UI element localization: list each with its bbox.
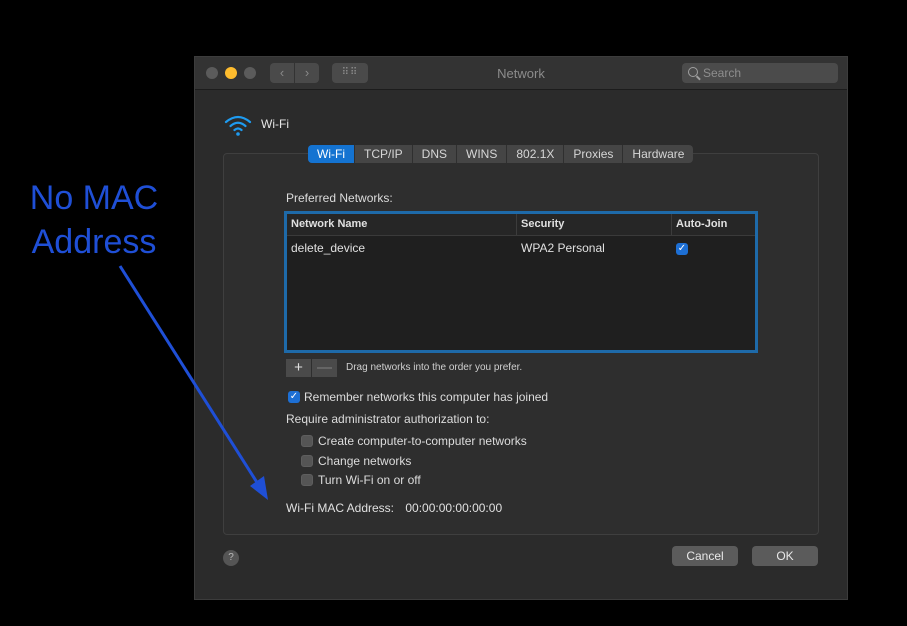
remember-networks-label[interactable]: Remember networks this computer has join… xyxy=(304,390,548,404)
column-divider xyxy=(516,214,517,235)
search-placeholder: Search xyxy=(703,66,742,80)
create-networks-checkbox[interactable] xyxy=(301,435,313,447)
add-network-button[interactable]: + xyxy=(286,359,311,377)
tab-tcpip[interactable]: TCP/IP xyxy=(353,145,412,163)
drag-hint-text: Drag networks into the order you prefer. xyxy=(346,362,523,373)
column-security[interactable]: Security xyxy=(521,218,564,230)
tab-bar: Wi-Fi TCP/IP DNS WINS 802.1X Proxies Har… xyxy=(308,145,694,163)
tab-wifi[interactable]: Wi-Fi xyxy=(308,145,354,163)
security-cell: WPA2 Personal xyxy=(521,241,605,255)
network-name-cell: delete_device xyxy=(291,241,366,255)
auto-join-checkbox[interactable]: ✓ xyxy=(676,243,688,255)
annotation-line-1: No MAC xyxy=(29,179,159,217)
tab-wins[interactable]: WINS xyxy=(456,145,506,163)
tab-hardware[interactable]: Hardware xyxy=(622,145,693,163)
wifi-icon xyxy=(224,115,252,136)
title-bar: ‹ › ⠿⠿ Network Search xyxy=(195,57,847,90)
change-networks-checkbox[interactable] xyxy=(301,455,313,467)
tab-proxies[interactable]: Proxies xyxy=(563,145,622,163)
create-networks-label[interactable]: Create computer-to-computer networks xyxy=(318,434,527,448)
remove-network-button[interactable]: — xyxy=(312,359,337,377)
mac-address-value: 00:00:00:00:00:00 xyxy=(405,501,503,515)
annotation-line-2: Address xyxy=(31,223,157,261)
annotation-text: No MAC Address xyxy=(14,176,174,264)
add-remove-controls: + — xyxy=(286,359,338,377)
mac-address-row: Wi-Fi MAC Address: 00:00:00:00:00:00 xyxy=(286,501,502,515)
change-networks-label[interactable]: Change networks xyxy=(318,454,411,468)
column-divider xyxy=(671,214,672,235)
tab-dns[interactable]: DNS xyxy=(411,145,456,163)
turn-wifi-checkbox[interactable] xyxy=(301,474,313,486)
mac-address-label: Wi-Fi MAC Address: xyxy=(286,501,395,515)
cancel-button[interactable]: Cancel xyxy=(672,546,738,566)
preferred-networks-label: Preferred Networks: xyxy=(286,191,393,205)
column-auto-join[interactable]: Auto-Join xyxy=(676,218,727,230)
preferred-networks-table[interactable]: Network Name Security Auto-Join delete_d… xyxy=(284,211,758,353)
column-network-name[interactable]: Network Name xyxy=(291,218,367,230)
help-button[interactable]: ? xyxy=(223,550,239,566)
search-icon xyxy=(688,67,698,77)
remember-networks-checkbox[interactable]: ✓ xyxy=(288,391,300,403)
tab-8021x[interactable]: 802.1X xyxy=(506,145,563,163)
turn-wifi-label[interactable]: Turn Wi-Fi on or off xyxy=(318,473,421,487)
network-preferences-window: ‹ › ⠿⠿ Network Search Wi-Fi Wi-Fi TCP/IP… xyxy=(194,56,848,600)
require-admin-label: Require administrator authorization to: xyxy=(286,412,490,426)
search-field[interactable]: Search xyxy=(682,63,838,83)
ok-button[interactable]: OK xyxy=(752,546,818,566)
table-header: Network Name Security Auto-Join xyxy=(287,214,755,236)
interface-name: Wi-Fi xyxy=(261,117,289,131)
